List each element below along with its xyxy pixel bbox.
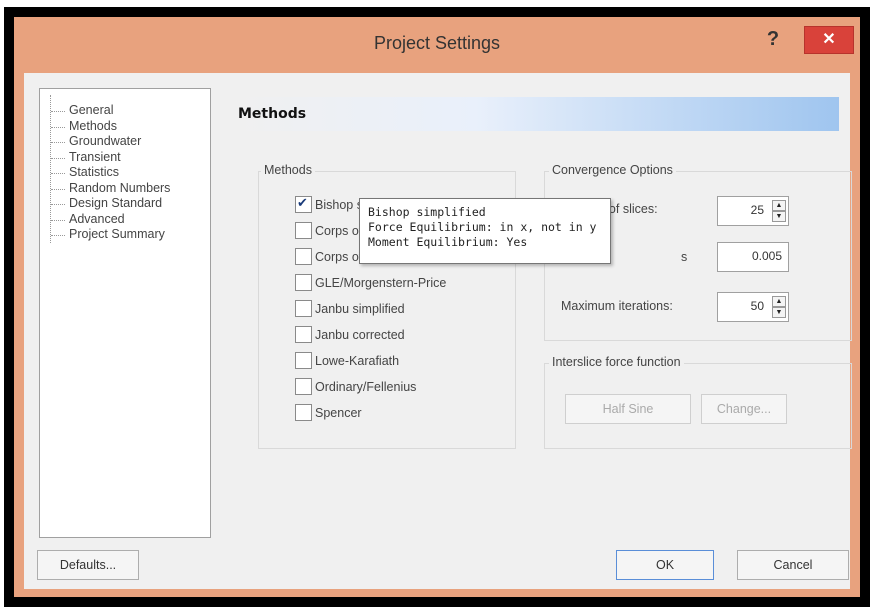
nav-item-random-numbers[interactable]: Random Numbers	[51, 181, 210, 197]
method-label: Janbu simplified	[315, 301, 405, 316]
tolerance-field[interactable]: 0.005	[717, 242, 789, 272]
screenshot-frame: Project Settings ? ✕ General Methods Groun…	[4, 7, 870, 607]
dialog-title: Project Settings	[373, 33, 501, 53]
tolerance-value: 0.005	[751, 249, 782, 263]
dialog-body: General Methods Groundwater Transient Statis…	[24, 73, 852, 589]
nav-item-methods[interactable]: Methods	[51, 119, 210, 135]
iterations-label: Maximum iterations:	[561, 299, 673, 313]
method-checkbox[interactable]	[295, 300, 312, 318]
iterations-spinner[interactable]: 50 ▲ ▼	[717, 292, 789, 322]
method-row[interactable]: Lowe-Karafiath	[295, 352, 399, 372]
method-tooltip: Bishop simplified Force Equilibrium: in …	[359, 198, 611, 264]
method-row[interactable]: Janbu simplified	[295, 300, 405, 320]
nav-item-transient[interactable]: Transient	[51, 150, 210, 166]
slices-value: 25	[750, 203, 764, 217]
iterations-value: 50	[750, 299, 764, 313]
method-checkbox[interactable]	[295, 274, 312, 292]
method-row[interactable]: Spencer	[295, 404, 362, 424]
nav-item-design-standard[interactable]: Design Standard	[51, 196, 210, 212]
slices-spinner[interactable]: 25 ▲ ▼	[717, 196, 789, 226]
tooltip-moment: Moment Equilibrium: Yes	[368, 235, 528, 249]
close-button[interactable]: ✕	[804, 26, 854, 54]
tolerance-label: s	[681, 250, 688, 264]
method-row[interactable]: Janbu corrected	[295, 326, 405, 346]
tooltip-force: Force Equilibrium: in x, not in y	[368, 220, 597, 234]
settings-nav-tree: General Methods Groundwater Transient Statis…	[39, 88, 211, 538]
method-label: Spencer	[315, 405, 362, 420]
method-checkbox[interactable]	[295, 248, 312, 266]
method-label: Janbu corrected	[315, 327, 405, 342]
method-checkbox[interactable]	[295, 404, 312, 422]
methods-group-label: Methods	[261, 163, 315, 177]
defaults-button[interactable]: Defaults...	[37, 550, 139, 580]
spin-down-icon[interactable]: ▼	[772, 211, 786, 222]
cancel-button[interactable]: Cancel	[737, 550, 849, 580]
nav-item-statistics[interactable]: Statistics	[51, 165, 210, 181]
method-row[interactable]: GLE/Morgenstern-Price	[295, 274, 446, 294]
nav-item-project-summary[interactable]: Project Summary	[51, 227, 210, 243]
method-label: Lowe-Karafiath	[315, 353, 400, 368]
panel-title: Methods	[238, 106, 307, 122]
ok-button[interactable]: OK	[616, 550, 714, 580]
interslice-group-label: Interslice force function	[549, 355, 684, 369]
method-checkbox[interactable]	[295, 378, 312, 396]
method-label: Ordinary/Fellenius	[315, 379, 417, 394]
method-checkbox[interactable]	[295, 352, 312, 370]
nav-item-advanced[interactable]: Advanced	[51, 212, 210, 228]
spin-up-icon[interactable]: ▲	[772, 296, 786, 307]
interslice-group: Interslice force function Half Sine Chan…	[544, 355, 852, 449]
nav-list: General Methods Groundwater Transient Statis…	[50, 95, 210, 243]
spin-down-icon[interactable]: ▼	[772, 307, 786, 318]
method-checkbox[interactable]	[295, 326, 312, 344]
help-button[interactable]: ?	[758, 26, 788, 52]
method-checkbox[interactable]	[295, 222, 312, 240]
method-label: GLE/Morgenstern-Price	[315, 275, 447, 290]
spin-up-icon[interactable]: ▲	[772, 200, 786, 211]
tooltip-title: Bishop simplified	[368, 205, 486, 219]
close-icon: ✕	[822, 31, 836, 48]
nav-item-general[interactable]: General	[51, 103, 210, 119]
method-checkbox[interactable]	[295, 195, 312, 214]
change-button[interactable]: Change...	[701, 394, 787, 424]
project-settings-dialog: Project Settings ? ✕ General Methods Groun…	[14, 17, 860, 597]
panel-header: Methods	[234, 97, 839, 131]
interslice-function-field: Half Sine	[565, 394, 691, 424]
nav-item-groundwater[interactable]: Groundwater	[51, 134, 210, 150]
title-bar[interactable]: Project Settings ? ✕	[14, 17, 860, 73]
convergence-group-label: Convergence Options	[549, 163, 676, 177]
method-row[interactable]: Ordinary/Fellenius	[295, 378, 416, 398]
